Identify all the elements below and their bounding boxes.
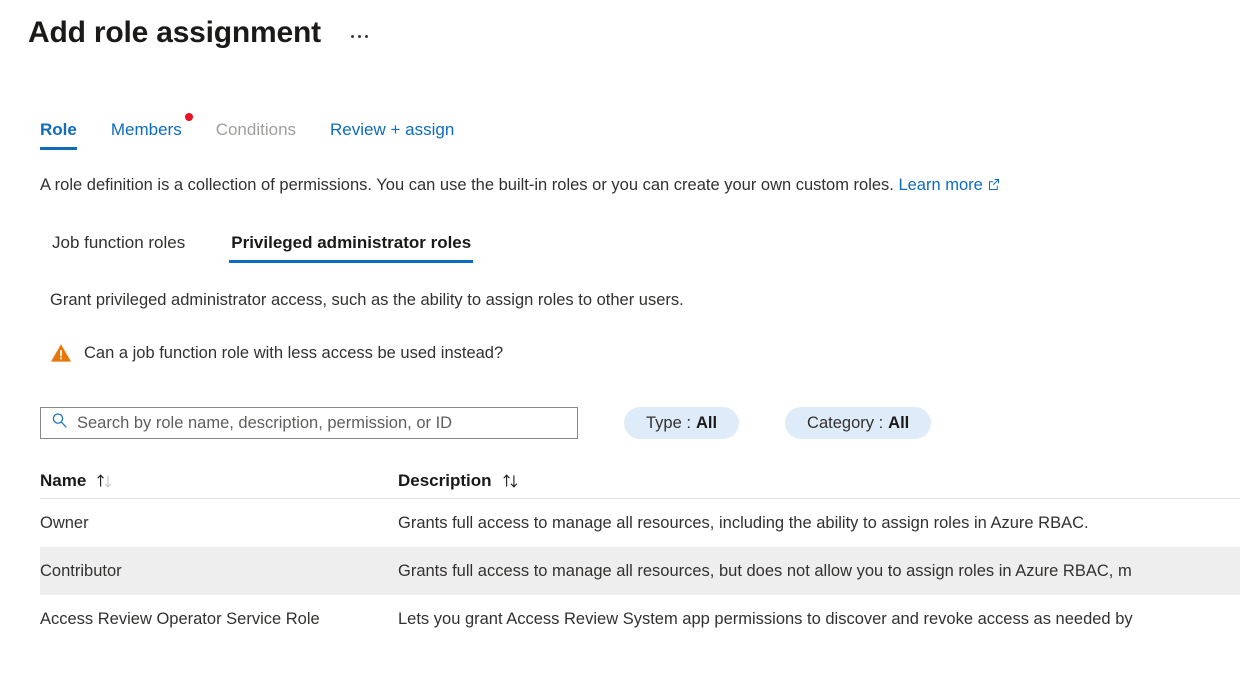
sort-updown-icon	[95, 473, 117, 489]
warning-text: Can a job function role with less access…	[84, 344, 504, 362]
cell-role-name: Contributor	[40, 561, 122, 580]
role-description: A role definition is a collection of per…	[0, 174, 1240, 197]
filter-pill-category-label: Category :	[807, 413, 884, 432]
column-header-description-label: Description	[398, 470, 492, 490]
filter-pill-type-label: Type :	[646, 413, 691, 432]
table-row[interactable]: Owner Grants full access to manage all r…	[40, 499, 1240, 547]
tab-conditions-label: Conditions	[215, 120, 297, 139]
cell-role-name: Access Review Operator Service Role	[40, 609, 320, 628]
search-box[interactable]	[40, 407, 578, 439]
search-input[interactable]	[77, 413, 569, 433]
warning-triangle-icon	[50, 343, 72, 363]
subtab-privileged-administrator-roles[interactable]: Privileged administrator roles	[229, 232, 474, 263]
cell-role-description: Grants full access to manage all resourc…	[398, 513, 1089, 532]
cell-role-description: Grants full access to manage all resourc…	[398, 561, 1132, 580]
filter-pill-category-value: All	[888, 413, 910, 432]
cell-role-name: Owner	[40, 513, 89, 532]
tab-role[interactable]: Role	[40, 119, 77, 150]
filter-bar: Type : All Category : All	[0, 405, 1240, 441]
role-type-pivot: Job function roles Privileged administra…	[0, 227, 1240, 263]
learn-more-label: Learn more	[898, 176, 983, 194]
table-header-row: Name Description	[40, 463, 1240, 499]
filter-pill-type[interactable]: Type : All	[624, 407, 740, 439]
role-description-text: A role definition is a collection of per…	[40, 176, 899, 194]
subtab-privileged-administrator-roles-label: Privileged administrator roles	[231, 233, 472, 252]
tab-members-label: Members	[110, 120, 182, 139]
warning-message: Can a job function role with less access…	[0, 341, 1240, 365]
ellipsis-dot-icon	[364, 34, 368, 38]
subtab-job-function-roles-label: Job function roles	[52, 233, 186, 252]
ellipsis-dot-icon	[357, 34, 361, 38]
wizard-tablist: Role Members Conditions Review + assign	[0, 113, 1240, 150]
ellipsis-dot-icon	[350, 34, 354, 38]
tab-role-label: Role	[40, 120, 77, 139]
members-attention-dot-icon	[184, 113, 193, 121]
tab-members[interactable]: Members	[110, 113, 193, 150]
external-link-icon	[987, 175, 1000, 197]
tab-review-assign[interactable]: Review + assign	[330, 119, 454, 150]
more-commands-button[interactable]	[345, 27, 374, 46]
privileged-roles-description: Grant privileged administrator access, s…	[50, 291, 684, 309]
column-header-name[interactable]: Name	[40, 471, 398, 491]
page-title: Add role assignment	[28, 16, 321, 49]
cell-role-description: Lets you grant Access Review System app …	[398, 609, 1133, 628]
table-row[interactable]: Contributor Grants full access to manage…	[40, 547, 1240, 595]
subtab-job-function-roles[interactable]: Job function roles	[50, 232, 187, 263]
tab-review-assign-label: Review + assign	[330, 120, 455, 139]
search-icon	[51, 412, 68, 434]
filter-pill-category[interactable]: Category : All	[785, 407, 932, 439]
column-header-name-label: Name	[40, 470, 87, 490]
sort-updown-icon	[501, 473, 523, 489]
learn-more-link[interactable]: Learn more	[898, 176, 999, 194]
roles-table: Name Description Owner Grants full acces…	[0, 463, 1240, 643]
tab-conditions: Conditions	[216, 119, 296, 150]
column-header-description[interactable]: Description	[398, 471, 1240, 491]
table-body: Owner Grants full access to manage all r…	[40, 499, 1240, 643]
page-header: Add role assignment	[0, 0, 1240, 54]
filter-pill-type-value: All	[695, 413, 718, 432]
table-row[interactable]: Access Review Operator Service Role Lets…	[40, 595, 1240, 643]
